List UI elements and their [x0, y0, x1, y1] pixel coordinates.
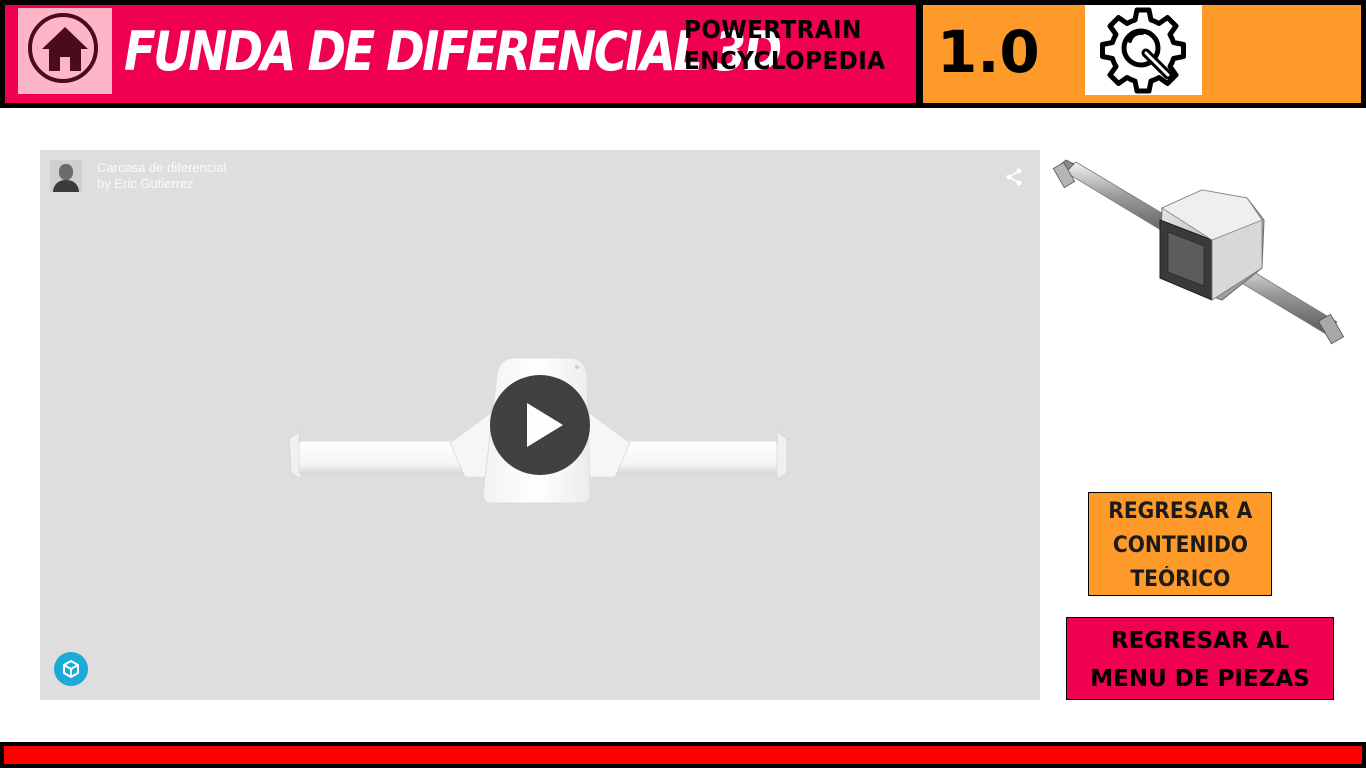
avatar-body [53, 180, 79, 192]
footer-bar [0, 742, 1366, 768]
differential-housing-image [1052, 150, 1350, 355]
back-to-parts-menu-button[interactable]: REGRESAR AL MENU DE PIEZAS [1066, 617, 1334, 700]
model-author-link[interactable]: by Eric Gutierrez [97, 176, 194, 192]
share-icon[interactable] [1004, 167, 1024, 187]
differential-housing-render [1052, 159, 1345, 345]
version-number: 1.0 [937, 18, 1040, 86]
play-button[interactable] [490, 375, 590, 475]
brand-name: POWERTRAIN ENCYCLOPEDIA [684, 14, 885, 76]
brand-line-2: ENCYCLOPEDIA [684, 46, 886, 75]
home-button[interactable] [18, 8, 112, 94]
settings-logo [1085, 5, 1202, 95]
sketchfab-cube-icon [63, 659, 79, 679]
theory-button-line-1: REGRESAR A [1108, 499, 1252, 524]
menu-button-line-2: MENU DE PIEZAS [1090, 665, 1310, 692]
back-to-theory-button[interactable]: REGRESAR A CONTENIDO TEÓRICO [1088, 492, 1272, 596]
menu-button-line-1: REGRESAR AL [1110, 627, 1290, 654]
avatar-head [59, 164, 73, 180]
play-icon [527, 403, 563, 447]
sketchfab-logo[interactable] [54, 652, 88, 686]
brand-line-1: POWERTRAIN [684, 15, 862, 44]
theory-button-line-2: CONTENIDO [1112, 533, 1248, 558]
home-icon [42, 27, 88, 71]
gear-wrench-icon [1100, 7, 1186, 94]
page-title: FUNDA DE DIFERENCIAL 3D [124, 20, 782, 83]
theory-button-line-3: TEÓRICO [1129, 567, 1231, 592]
model-viewer[interactable]: Carcasa de diferencial by Eric Gutierrez [40, 150, 1040, 700]
author-avatar[interactable] [50, 160, 82, 192]
model-title-link[interactable]: Carcasa de diferencial [97, 160, 226, 176]
